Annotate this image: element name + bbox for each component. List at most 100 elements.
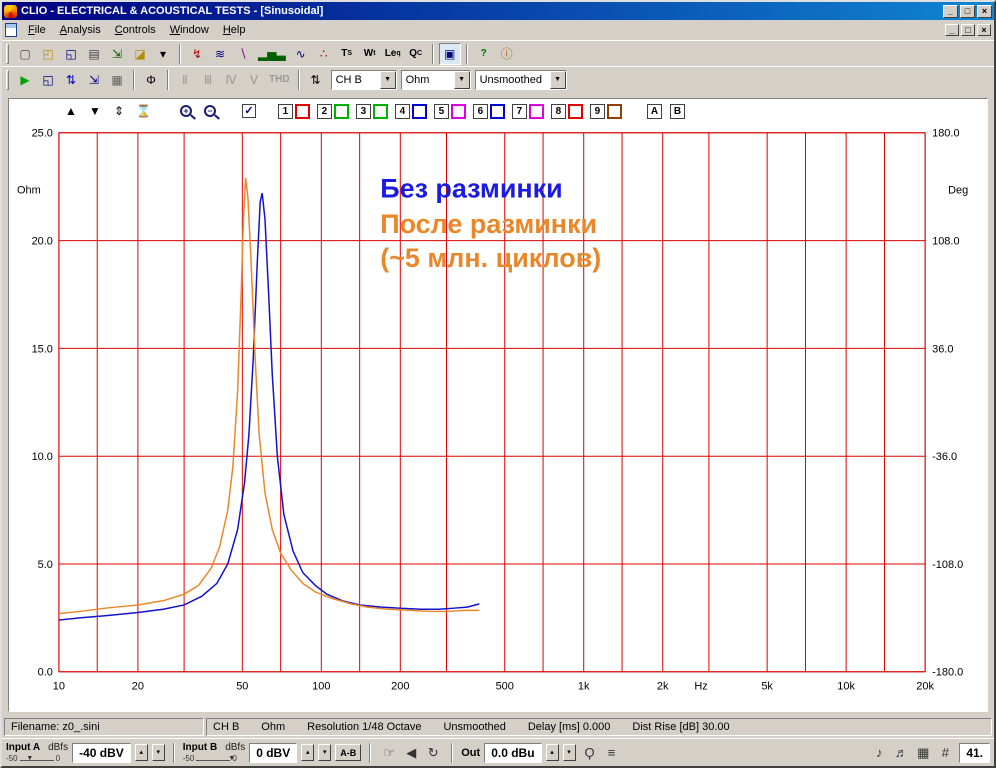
overlay-b-button[interactable]: B — [669, 103, 685, 119]
input-a-slider-handle[interactable]: ▼ — [26, 753, 33, 764]
phase-button[interactable]: Φ — [140, 69, 162, 91]
curve-4-button[interactable]: 4 — [394, 103, 410, 119]
export-icon[interactable]: ⇲ — [106, 43, 128, 65]
curve-5-button[interactable]: 5 — [433, 103, 449, 119]
curve-1-button[interactable]: 1 — [277, 103, 293, 119]
ts-parameters-icon[interactable]: TS — [336, 43, 358, 65]
eraser-icon[interactable]: ◪ — [129, 43, 151, 65]
curve-3-button[interactable]: 3 — [355, 103, 371, 119]
child-close-button[interactable]: × — [977, 24, 991, 36]
expand-scale-icon[interactable]: ⇕ — [109, 101, 129, 121]
decay-icon[interactable]: ∖ — [232, 43, 254, 65]
waterfall-icon[interactable]: ≋ — [209, 43, 231, 65]
input-a-decrease-button[interactable]: ▾ — [151, 744, 165, 761]
child-minimize-button[interactable]: _ — [945, 24, 959, 36]
input-a-slider-track[interactable]: ▼ — [19, 753, 54, 764]
markers-checkbox[interactable]: ✓ — [241, 104, 256, 118]
print-icon[interactable]: ▤ — [83, 43, 105, 65]
curve-8-button[interactable]: 8 — [550, 103, 566, 119]
scale-spinner[interactable]: ⇅ — [305, 69, 327, 91]
matrix-icon[interactable]: ▦ — [913, 743, 933, 763]
menu-window[interactable]: Window — [163, 22, 216, 38]
about-icon[interactable]: ⓘ — [496, 43, 518, 65]
zoom-out-icon[interactable]: − — [200, 101, 220, 121]
harmonic-5th-button[interactable]: Ⅴ — [243, 69, 265, 91]
menu-analysis[interactable]: Analysis — [53, 22, 108, 38]
start-measurement-button[interactable]: ▶ — [14, 69, 36, 91]
unit-select[interactable]: Ohm ▼ — [400, 69, 471, 90]
compress-scale-icon[interactable]: ⌛ — [133, 101, 154, 121]
child-restore-button[interactable]: □ — [961, 24, 975, 36]
input-b-slider-handle[interactable]: ▼ — [228, 753, 235, 764]
menu-file[interactable]: File — [21, 22, 53, 38]
curve-7-button[interactable]: 7 — [511, 103, 527, 119]
curve-2-button[interactable]: 2 — [316, 103, 332, 119]
mic-icon[interactable]: Ϙ — [580, 743, 600, 763]
curve-1-color-box[interactable] — [294, 103, 310, 119]
monitor-hand-icon[interactable]: ☞ — [379, 743, 399, 763]
ab-link-button[interactable]: A-B — [335, 744, 362, 761]
curve-9-color-box[interactable] — [606, 103, 622, 119]
curve-6-color-box[interactable] — [489, 103, 505, 119]
loop-icon[interactable]: ↻ — [423, 743, 443, 763]
open-file-icon[interactable]: ◰ — [37, 43, 59, 65]
levels-icon[interactable]: ≡ — [602, 743, 622, 763]
eraser-dropdown-icon[interactable]: ▾ — [152, 43, 174, 65]
menu-controls[interactable]: Controls — [108, 22, 163, 38]
curve-3-color-box[interactable] — [372, 103, 388, 119]
mls-analysis-icon[interactable]: ↯ — [186, 43, 208, 65]
harmonic-4th-button[interactable]: Ⅳ — [220, 69, 242, 91]
close-button[interactable]: × — [977, 4, 992, 18]
meter-b-icon[interactable]: ♬ — [891, 743, 911, 763]
leq-analysis-icon[interactable]: Le q — [382, 43, 404, 65]
curve-9-button[interactable]: 9 — [589, 103, 605, 119]
harmonic-2nd-button[interactable]: Ⅱ — [174, 69, 196, 91]
curve-5-color-box[interactable] — [450, 103, 466, 119]
maximize-button[interactable]: □ — [960, 4, 975, 18]
output-increase-button[interactable]: ▴ — [545, 744, 559, 761]
help-icon[interactable]: ? — [473, 43, 495, 65]
document-window-icon[interactable] — [5, 23, 17, 37]
shift-up-icon[interactable]: ▲ — [61, 101, 81, 121]
menu-help[interactable]: Help — [216, 22, 253, 38]
settings-table-icon[interactable]: ▦ — [106, 69, 128, 91]
curve-6-button[interactable]: 6 — [472, 103, 488, 119]
curve-8-color-box[interactable] — [567, 103, 583, 119]
channel-select-dropdown-icon[interactable]: ▼ — [379, 70, 396, 89]
qc-icon[interactable]: QC — [405, 43, 427, 65]
toolbar-grip[interactable] — [6, 43, 9, 64]
wt-analysis-icon[interactable]: Wt — [359, 43, 381, 65]
minimize-button[interactable]: _ — [943, 4, 958, 18]
input-b-decrease-button[interactable]: ▾ — [318, 744, 332, 761]
smoothing-select-dropdown-icon[interactable]: ▼ — [549, 70, 566, 89]
shift-down-icon[interactable]: ▼ — [85, 101, 105, 121]
new-document-icon[interactable]: ▢ — [14, 43, 36, 65]
toolbar-grip[interactable] — [6, 69, 9, 90]
speaker-icon[interactable]: ◀ — [401, 743, 421, 763]
output-decrease-button[interactable]: ▾ — [562, 744, 576, 761]
thd-button[interactable]: THD — [266, 69, 293, 91]
input-a-increase-button[interactable]: ▴ — [134, 744, 148, 761]
smoothing-select[interactable]: Unsmoothed ▼ — [474, 69, 567, 90]
scatter-icon[interactable]: ∴ — [313, 43, 335, 65]
save-file-icon[interactable]: ◱ — [60, 43, 82, 65]
channel-select[interactable]: CH B ▼ — [330, 69, 397, 90]
meter-a-icon[interactable]: ♪ — [869, 743, 889, 763]
curve-4-color-box[interactable] — [411, 103, 427, 119]
rta-bars-icon[interactable]: ▂▅▃ — [255, 43, 289, 65]
fit-scale-icon[interactable]: ⇲ — [83, 69, 105, 91]
curve-2-color-box[interactable] — [333, 103, 349, 119]
input-b-slider-track[interactable]: ▼ — [196, 755, 235, 762]
curve-7-color-box[interactable] — [528, 103, 544, 119]
impedance-chart[interactable]: 25.0 20.0 15.0 10.0 5.0 0.0 180.0 108.0 36.0 -36.… — [9, 123, 987, 711]
sinusoidal-icon[interactable]: ∿ — [290, 43, 312, 65]
harmonic-3rd-button[interactable]: Ⅲ — [197, 69, 219, 91]
overlay-a-button[interactable]: A — [646, 103, 662, 119]
scope-window-icon[interactable]: ▣ — [438, 42, 461, 65]
input-b-increase-button[interactable]: ▴ — [301, 744, 315, 761]
save-measurement-icon[interactable]: ◱ — [37, 69, 59, 91]
unit-select-dropdown-icon[interactable]: ▼ — [453, 70, 470, 89]
autoscale-icon[interactable]: ⇅ — [60, 69, 82, 91]
keypad-icon[interactable]: # — [935, 743, 955, 763]
zoom-in-icon[interactable]: + — [176, 101, 196, 121]
